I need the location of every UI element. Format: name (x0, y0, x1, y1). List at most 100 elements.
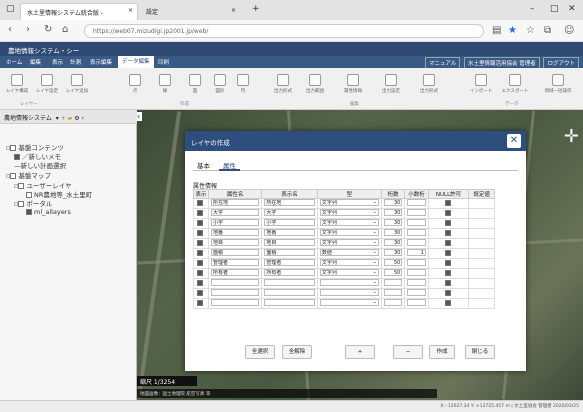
remove-row-button[interactable]: − (393, 345, 423, 359)
attribute-name-input[interactable]: 所有者 (210, 269, 260, 276)
type-select[interactable]: 文字列 (319, 209, 379, 216)
menu-item[interactable]: 計測 (70, 58, 81, 66)
null-allowed-checkbox[interactable] (444, 250, 451, 257)
settings-icon[interactable]: ⚙ (74, 115, 79, 122)
show-checkbox[interactable] (196, 270, 203, 277)
attribute-name-input[interactable] (210, 289, 260, 296)
display-name-input[interactable]: 大字 (264, 209, 315, 216)
null-allowed-checkbox[interactable] (444, 230, 451, 237)
menu-item[interactable]: 表示編集 (90, 58, 112, 66)
ribbon-button-output-settings[interactable]: 出力設定 (376, 74, 406, 94)
collections-icon[interactable]: ⧉ (544, 25, 551, 36)
null-allowed-checkbox[interactable] (444, 200, 451, 207)
type-select[interactable] (319, 289, 379, 296)
menu-item[interactable]: 表示 (52, 58, 63, 66)
type-select[interactable]: 文字列 (319, 219, 379, 226)
select-all-button[interactable]: 全選択 (245, 345, 275, 359)
attribute-name-input[interactable] (210, 279, 260, 286)
type-select[interactable]: 文字列 (319, 229, 379, 236)
favorite-star-icon[interactable]: ★ (508, 25, 517, 36)
ribbon-button-circle[interactable]: 円 (228, 74, 258, 94)
create-button[interactable]: 作成 (429, 345, 455, 359)
attribute-name-input[interactable]: 大字 (210, 209, 260, 216)
display-name-input[interactable]: 管理者 (264, 259, 315, 266)
decimal-input[interactable] (407, 219, 426, 226)
decimal-input[interactable]: 1 (407, 249, 426, 256)
display-name-input[interactable]: 地番 (264, 229, 315, 236)
show-checkbox[interactable] (196, 250, 203, 257)
menu-item[interactable]: ホーム (6, 58, 22, 66)
decimal-input[interactable] (407, 279, 426, 286)
decimal-input[interactable] (407, 239, 426, 246)
ribbon-button-point[interactable]: 点 (120, 74, 150, 94)
length-input[interactable]: 30 (383, 229, 403, 236)
ribbon-button-layer-settings[interactable]: レイヤ設定 (32, 74, 62, 94)
show-checkbox[interactable] (196, 230, 203, 237)
decimal-input[interactable] (407, 259, 426, 266)
tree-item[interactable]: —新しい計画選択 (14, 160, 66, 170)
length-input[interactable]: 30 (383, 209, 403, 216)
null-allowed-checkbox[interactable] (444, 290, 451, 297)
length-input[interactable] (383, 289, 403, 296)
url-field[interactable]: https://web07.mizudigi.jp2001.jp/web/ (84, 24, 484, 38)
null-allowed-checkbox[interactable] (444, 270, 451, 277)
favorites-icon[interactable]: ☆ (526, 25, 535, 36)
display-name-input[interactable]: 面積 (264, 249, 315, 256)
ribbon-button-import[interactable]: インポート (466, 74, 496, 94)
show-checkbox[interactable] (196, 210, 203, 217)
decimal-input[interactable] (407, 289, 426, 296)
reader-icon[interactable]: ▤ (492, 25, 501, 36)
maximize-icon[interactable]: □ (550, 4, 559, 14)
attribute-name-input[interactable]: 小字 (210, 219, 260, 226)
display-name-input[interactable]: 所有者 (264, 269, 315, 276)
menu-item[interactable]: 印刷 (158, 58, 169, 66)
null-allowed-checkbox[interactable] (444, 300, 451, 307)
menu-item-active[interactable]: データ編集 (118, 56, 154, 68)
tree-item[interactable]: ml_allayers (26, 208, 71, 216)
decimal-input[interactable] (407, 209, 426, 216)
checkbox[interactable] (18, 183, 25, 189)
decimal-input[interactable] (407, 199, 426, 206)
add-row-button[interactable]: + (345, 345, 375, 359)
length-input[interactable]: 30 (383, 249, 403, 256)
tab-close-icon[interactable]: × (231, 7, 236, 14)
reload-icon[interactable]: ↻ (44, 24, 52, 35)
type-select[interactable]: 文字列 (319, 199, 379, 206)
ribbon-button-export[interactable]: エクスポート (500, 74, 530, 94)
dialog-close-icon[interactable]: ✕ (507, 134, 521, 148)
folder-icon[interactable]: ▰ (68, 115, 73, 122)
type-select[interactable] (319, 279, 379, 286)
null-allowed-checkbox[interactable] (444, 260, 451, 267)
tab-close-icon[interactable]: × (128, 7, 133, 14)
display-name-input[interactable]: 小字 (264, 219, 315, 226)
tree-item[interactable]: ▫ ポータル (14, 198, 52, 208)
type-select[interactable]: 数値 (319, 249, 379, 256)
checkbox[interactable] (18, 201, 25, 207)
collapse-panel-icon[interactable]: ‹ (137, 112, 143, 121)
collapse-icon[interactable]: ‹ (82, 115, 84, 122)
checkbox[interactable] (26, 209, 32, 215)
attribute-name-input[interactable] (210, 299, 260, 306)
type-select[interactable]: 文字列 (319, 239, 379, 246)
show-checkbox[interactable] (196, 300, 203, 307)
show-checkbox[interactable] (196, 240, 203, 247)
length-input[interactable]: 50 (383, 259, 403, 266)
display-name-input[interactable] (264, 299, 315, 306)
deselect-all-button[interactable]: 全解除 (282, 345, 312, 359)
length-input[interactable]: 50 (383, 269, 403, 276)
null-allowed-checkbox[interactable] (444, 210, 451, 217)
forward-icon[interactable]: › (26, 24, 30, 35)
tab-basic[interactable]: 基本 (193, 157, 214, 171)
add-layer-icon[interactable]: + (61, 115, 66, 122)
window-close-icon[interactable]: ✕ (568, 4, 576, 14)
type-select[interactable] (319, 299, 379, 306)
attribute-name-input[interactable]: 所在地 (210, 199, 260, 206)
home-icon[interactable]: ⌂ (62, 24, 68, 35)
ribbon-button-attributes[interactable]: 属性情報 (338, 74, 368, 94)
browser-tab-settings[interactable]: 設定 × (140, 3, 240, 20)
close-button[interactable]: 閉じる (465, 345, 495, 359)
show-checkbox[interactable] (196, 220, 203, 227)
compass-icon[interactable]: ✛ (564, 126, 579, 147)
sidebar-title[interactable]: 農地情報システム (4, 115, 52, 122)
type-select[interactable]: 文字列 (319, 269, 379, 276)
